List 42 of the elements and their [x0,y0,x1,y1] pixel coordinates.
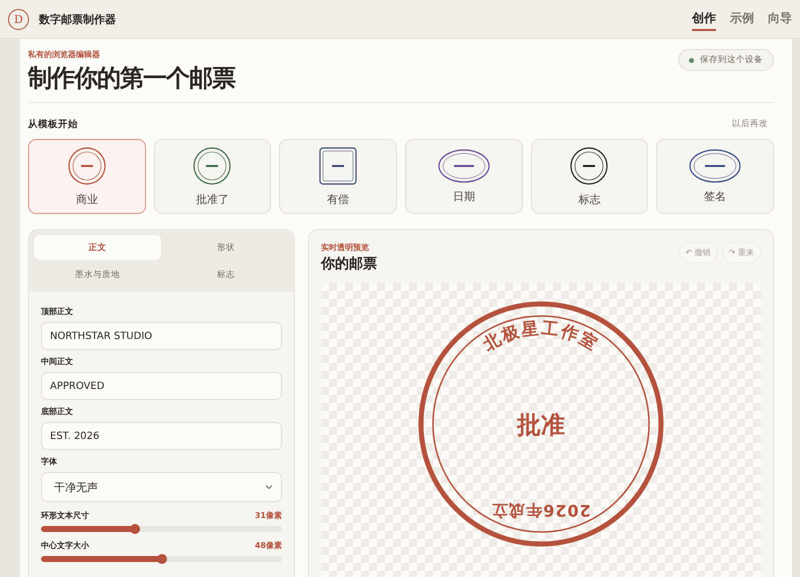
template-card[interactable]: 日期 [404,139,523,214]
field-label: 中间正文 [41,356,74,367]
text-field[interactable]: EST. 2026 [41,422,282,450]
chevron-down-icon [265,484,273,490]
template-card[interactable]: 有偿 [279,139,397,214]
template-card[interactable]: 签名 [656,139,774,214]
section-title: 从模板开始 [28,118,78,130]
template-card[interactable]: 商业 [28,139,146,214]
slider-thumb[interactable] [130,524,140,534]
app-title: 数字邮票制作器 [39,12,117,26]
editor-tab[interactable]: 标志 [162,262,289,287]
editor-tab[interactable]: 形状 [162,235,289,260]
stamp-bottom-text: 2026年成立 [491,501,591,520]
slider-track[interactable] [41,526,282,532]
text-field[interactable]: APPROVED [41,372,282,400]
slider-value: 48像素 [254,540,282,551]
slider-label: 环形文本尺寸 [41,510,89,521]
template-card[interactable]: 标志 [530,139,648,214]
preview-title: 你的邮票 [321,255,377,273]
nav-tab[interactable]: 创作 [692,8,716,30]
field-label: 顶部正文 [41,306,74,317]
slider-value: 31像素 [254,510,282,521]
field-label: 底部正文 [41,406,74,417]
stamp-center-text: 批准 [517,411,565,439]
page-title: 制作你的第一个邮票 [28,62,235,94]
slider-track[interactable] [41,556,282,562]
logo-icon: D [8,8,29,30]
slider-thumb[interactable] [156,554,166,564]
nav-tab[interactable]: 向导 [768,8,792,30]
stamp-top-text: 北极星工作室 [480,318,602,356]
field-label: 字体 [41,456,58,467]
template-card[interactable]: 批准了 [154,139,272,214]
slider-label: 中心文字大小 [41,540,89,551]
font-select[interactable]: 干净无声 [41,472,282,502]
nav-tab[interactable]: 示例 [730,8,754,30]
eyebrow-text: 实时透明预览 [321,242,370,253]
editor-tab[interactable]: 正文 [34,235,160,260]
eyebrow-text: 私有的浏览器编辑器 [28,49,101,60]
later-link[interactable]: 以后再改 [726,117,774,131]
save-status-badge: 保存到这个设备 [678,49,774,71]
text-field[interactable]: NORTHSTAR STUDIO [41,322,282,350]
editor-tab[interactable]: 墨水与质地 [34,262,160,287]
